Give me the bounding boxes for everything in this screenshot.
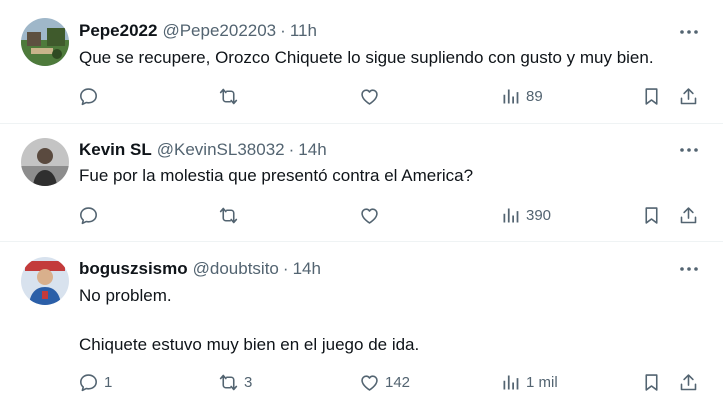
avatar[interactable] [21, 18, 69, 66]
bookmark-icon [645, 206, 658, 224]
retweet-icon [219, 88, 238, 104]
like-button[interactable]: 142 [359, 370, 410, 394]
tweet-text-line: Fue por la molestia que presentó contra … [79, 166, 474, 185]
like-button[interactable] [359, 203, 385, 227]
reply-icon [80, 87, 97, 105]
retweet-button[interactable] [218, 84, 244, 108]
tweet-text: No problem. Chiquete estuvo muy bien en … [79, 285, 419, 356]
views-chart-icon [503, 375, 519, 389]
tweet-text-line: Chiquete estuvo muy bien en el juego de … [79, 335, 420, 354]
more-dots-icon[interactable] [678, 259, 700, 279]
reply-button[interactable]: 1 [78, 370, 112, 394]
tweet-header: Pepe2022 @Pepe202203 · 11h [79, 20, 317, 42]
reply-feed: Pepe2022 @Pepe202203 · 11h Que se recupe… [0, 0, 723, 412]
timestamp[interactable]: 14h [293, 259, 321, 279]
like-count: 142 [385, 373, 411, 391]
display-name[interactable]: Pepe2022 [79, 21, 157, 41]
bookmark-icon [645, 373, 658, 391]
share-button[interactable] [678, 84, 699, 108]
user-handle[interactable]: @KevinSL38032 [157, 140, 285, 160]
bookmark-button[interactable] [641, 84, 662, 108]
more-dots-icon[interactable] [678, 140, 700, 160]
tweet-text-line: No problem. [79, 286, 172, 305]
separator-dot: · [288, 140, 295, 159]
retweet-button[interactable]: 3 [218, 370, 252, 394]
views-chart-icon [503, 89, 519, 103]
view-count: 89 [526, 87, 543, 105]
display-name[interactable]: Kevin SL [79, 140, 152, 160]
separator-dot: · [280, 21, 286, 40]
share-icon [680, 206, 697, 223]
tweet-header: boguszsismo @doubtsito · 14h [79, 258, 321, 280]
tweet-text: Que se recupere, Orozco Chiquete lo sigu… [79, 47, 654, 69]
share-button[interactable] [678, 203, 699, 227]
view-count: 1 mil [526, 373, 558, 391]
avatar[interactable] [21, 257, 69, 305]
avatar[interactable] [21, 138, 69, 186]
display-name[interactable]: boguszsismo [79, 259, 188, 279]
user-handle[interactable]: @doubtsito [193, 259, 279, 279]
reply-icon [80, 373, 97, 391]
tweet[interactable]: boguszsismo @doubtsito · 14h No problem.… [0, 242, 723, 412]
view-count: 390 [526, 206, 552, 224]
retweet-icon [219, 207, 238, 223]
retweet-icon [219, 374, 238, 390]
share-button[interactable] [678, 370, 699, 394]
more-dots-icon[interactable] [678, 22, 700, 42]
tweet[interactable]: Pepe2022 @Pepe202203 · 11h Que se recupe… [0, 0, 723, 124]
tweet[interactable]: Kevin SL @KevinSL38032 · 14h Fue por la … [0, 124, 723, 242]
heart-icon [361, 374, 378, 391]
retweet-count: 3 [244, 373, 253, 391]
user-handle[interactable]: @Pepe202203 [162, 21, 276, 41]
share-icon [680, 373, 697, 390]
reply-button[interactable] [78, 203, 104, 227]
bookmark-button[interactable] [641, 203, 662, 227]
share-icon [680, 87, 697, 104]
like-button[interactable] [359, 84, 385, 108]
reply-button[interactable] [78, 84, 104, 108]
retweet-button[interactable] [218, 203, 244, 227]
views-button[interactable]: 1 mil [500, 370, 558, 394]
reply-count: 1 [104, 373, 113, 391]
views-button[interactable]: 89 [500, 84, 543, 108]
views-button[interactable]: 390 [500, 203, 551, 227]
tweet-text-line: Que se recupere, Orozco Chiquete lo sigu… [79, 48, 654, 67]
views-chart-icon [503, 208, 519, 222]
heart-icon [361, 88, 378, 105]
tweet-text-line [79, 307, 419, 334]
separator-dot: · [282, 259, 289, 278]
timestamp[interactable]: 11h [290, 21, 317, 41]
heart-icon [361, 207, 378, 224]
bookmark-icon [645, 87, 658, 105]
tweet-text: Fue por la molestia que presentó contra … [79, 165, 473, 187]
timestamp[interactable]: 14h [298, 140, 326, 160]
tweet-header: Kevin SL @KevinSL38032 · 14h [79, 139, 327, 161]
bookmark-button[interactable] [641, 370, 662, 394]
reply-icon [80, 206, 97, 224]
